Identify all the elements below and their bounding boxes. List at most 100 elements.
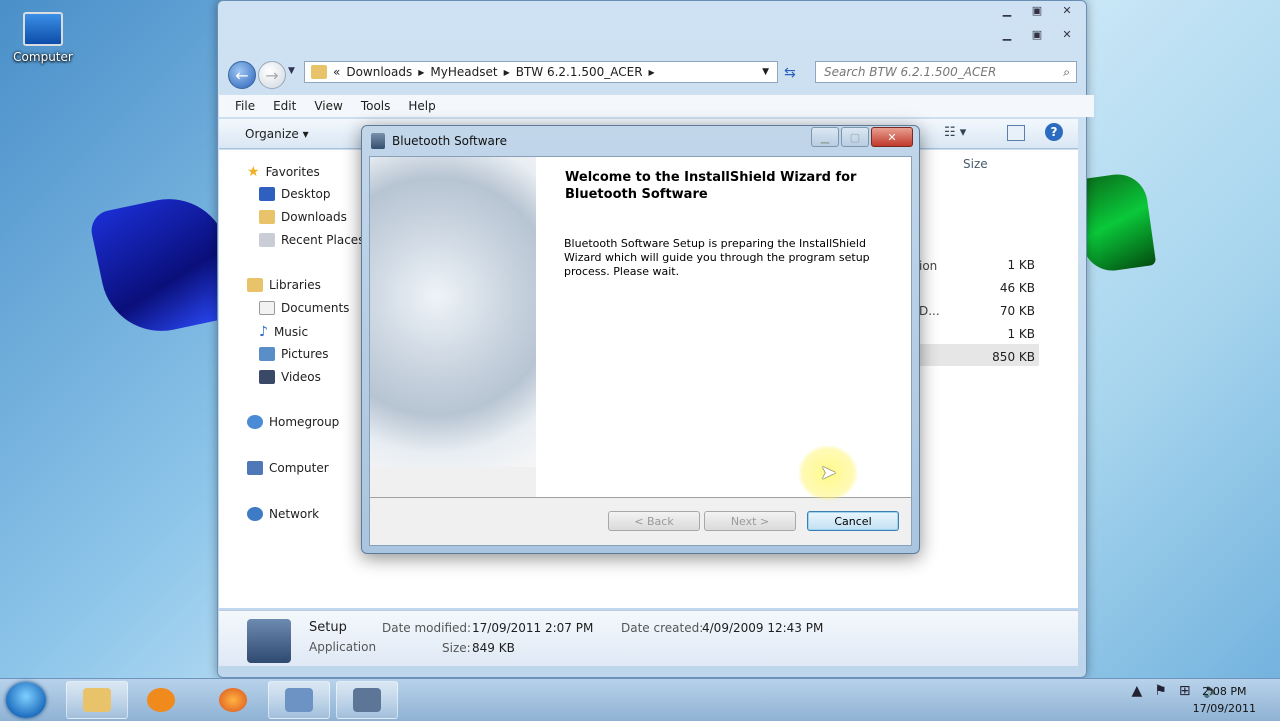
taskbar-explorer-button[interactable]	[66, 681, 128, 719]
computer-icon	[247, 461, 263, 475]
file-size: 1 KB	[1007, 258, 1035, 272]
refresh-icon[interactable]: ⇆	[784, 65, 796, 81]
taskbar-firefox-button[interactable]	[202, 681, 264, 719]
wizard-body-text: Bluetooth Software Setup is preparing th…	[564, 237, 870, 278]
dialog-caption-buttons: ▁ ▢ ✕	[811, 127, 913, 147]
nav-music[interactable]: ♪ Music	[259, 324, 308, 340]
minimize-icon[interactable]: ▁	[811, 127, 839, 147]
firefox-icon	[219, 688, 247, 712]
search-placeholder: Search BTW 6.2.1.500_ACER	[824, 65, 997, 79]
documents-icon	[259, 301, 275, 315]
menu-view[interactable]: View	[314, 99, 342, 113]
column-header-size[interactable]: Size	[963, 157, 988, 171]
menu-help[interactable]: Help	[408, 99, 435, 113]
nav-recent-places[interactable]: Recent Places	[259, 233, 364, 247]
minimize-icon[interactable]: ▁	[994, 25, 1020, 43]
videos-icon	[259, 370, 275, 384]
cancel-button[interactable]: Cancel	[807, 511, 899, 531]
nav-label: Pictures	[281, 347, 329, 361]
nav-favorites[interactable]: ★ Favorites	[247, 164, 320, 180]
nav-label: Favorites	[265, 165, 320, 179]
breadcrumb-overflow[interactable]: «	[333, 65, 340, 79]
close-icon[interactable]: ✕	[1054, 1, 1080, 19]
installer-icon	[371, 133, 385, 149]
breadcrumb-myheadset[interactable]: MyHeadset	[430, 65, 497, 79]
show-hidden-icons-icon[interactable]: ▲	[1131, 683, 1142, 699]
nav-label: Homegroup	[269, 415, 340, 429]
details-file-name: Setup	[309, 620, 347, 635]
clock[interactable]: 2:08 PM 17/09/2011	[1193, 683, 1256, 717]
back-arrow-icon[interactable]: ←	[228, 61, 256, 89]
menu-bar: File Edit View Tools Help	[219, 95, 1094, 117]
maximize-icon[interactable]: ▢	[841, 127, 869, 147]
action-center-flag-icon[interactable]: ⚑	[1154, 683, 1167, 699]
chevron-right-icon[interactable]: ▶	[418, 68, 424, 77]
details-file-type: Application	[309, 640, 377, 654]
help-icon[interactable]: ?	[1045, 123, 1063, 141]
chevron-down-icon[interactable]: ▼	[762, 67, 769, 77]
chevron-right-icon[interactable]: ▶	[649, 68, 655, 77]
network-icon	[247, 507, 263, 521]
recent-places-icon	[259, 233, 275, 247]
nav-label: Libraries	[269, 278, 321, 292]
preview-pane-icon[interactable]	[1007, 125, 1025, 141]
nav-downloads[interactable]: Downloads	[259, 210, 347, 224]
forward-arrow-icon[interactable]: →	[258, 61, 286, 89]
chevron-right-icon[interactable]: ▶	[504, 68, 510, 77]
nav-pictures[interactable]: Pictures	[259, 347, 329, 361]
search-icon[interactable]: ⌕	[1063, 65, 1070, 80]
details-date-created-label: Date created:	[621, 621, 704, 635]
details-size-label: Size:	[442, 641, 471, 655]
file-size: 46 KB	[999, 281, 1035, 295]
nav-label: Recent Places	[281, 233, 365, 247]
taskbar-media-player-button[interactable]	[130, 681, 192, 719]
search-input[interactable]: Search BTW 6.2.1.500_ACER ⌕	[815, 61, 1077, 83]
nav-videos[interactable]: Videos	[259, 370, 321, 384]
view-options-icon[interactable]: ☷ ▾	[944, 125, 966, 140]
nav-label: Downloads	[281, 210, 347, 224]
mouse-pointer-icon: ➤	[820, 460, 837, 484]
nav-computer[interactable]: Computer	[247, 461, 329, 475]
nav-network[interactable]: Network	[247, 507, 319, 521]
next-button[interactable]: Next >	[704, 511, 796, 531]
menu-tools[interactable]: Tools	[361, 99, 391, 113]
taskbar-control-panel-button[interactable]	[268, 681, 330, 719]
details-date-created: 4/09/2009 12:43 PM	[702, 621, 824, 635]
taskbar-installer-button[interactable]	[336, 681, 398, 719]
file-size: 850 KB	[992, 350, 1035, 364]
outer-caption-buttons: ▁ ▣ ✕	[994, 1, 1080, 19]
minimize-icon[interactable]: ▁	[994, 1, 1020, 19]
folder-icon	[83, 688, 111, 712]
nav-label: Desktop	[281, 187, 331, 201]
breadcrumb-downloads[interactable]: Downloads	[346, 65, 412, 79]
globe-banner-image	[370, 157, 536, 467]
nav-documents[interactable]: Documents	[259, 301, 349, 315]
nav-libraries[interactable]: Libraries	[247, 278, 321, 292]
close-icon[interactable]: ✕	[1054, 25, 1080, 43]
dialog-content-panel	[536, 157, 911, 497]
details-size: 849 KB	[472, 641, 515, 655]
recent-pages-chevron-icon[interactable]: ▼	[288, 66, 295, 76]
nav-label: Network	[269, 507, 320, 521]
file-name-fragment: ion	[919, 259, 938, 273]
menu-edit[interactable]: Edit	[273, 99, 296, 113]
menu-file[interactable]: File	[235, 99, 255, 113]
maximize-icon[interactable]: ▣	[1024, 25, 1050, 43]
wizard-heading: Welcome to the InstallShield Wizard for …	[565, 170, 857, 202]
address-bar[interactable]: « Downloads ▶ MyHeadset ▶ BTW 6.2.1.500_…	[304, 61, 778, 83]
music-icon: ♪	[259, 324, 268, 340]
nav-desktop[interactable]: Desktop	[259, 187, 331, 201]
organize-button[interactable]: Organize ▾	[245, 127, 309, 141]
installer-icon	[353, 688, 381, 712]
details-pane: Setup Application Date modified: 17/09/2…	[219, 610, 1078, 666]
start-button[interactable]	[6, 682, 46, 718]
maximize-icon[interactable]: ▣	[1024, 1, 1050, 19]
network-icon[interactable]: ⊞	[1179, 683, 1191, 699]
libraries-icon	[247, 278, 263, 292]
back-button[interactable]: < Back	[608, 511, 700, 531]
desktop-icon-computer[interactable]: Computer	[10, 10, 76, 64]
clock-time: 2:08 PM	[1202, 685, 1247, 698]
close-icon[interactable]: ✕	[871, 127, 913, 147]
breadcrumb-current[interactable]: BTW 6.2.1.500_ACER	[516, 65, 643, 79]
nav-homegroup[interactable]: Homegroup	[247, 415, 339, 429]
